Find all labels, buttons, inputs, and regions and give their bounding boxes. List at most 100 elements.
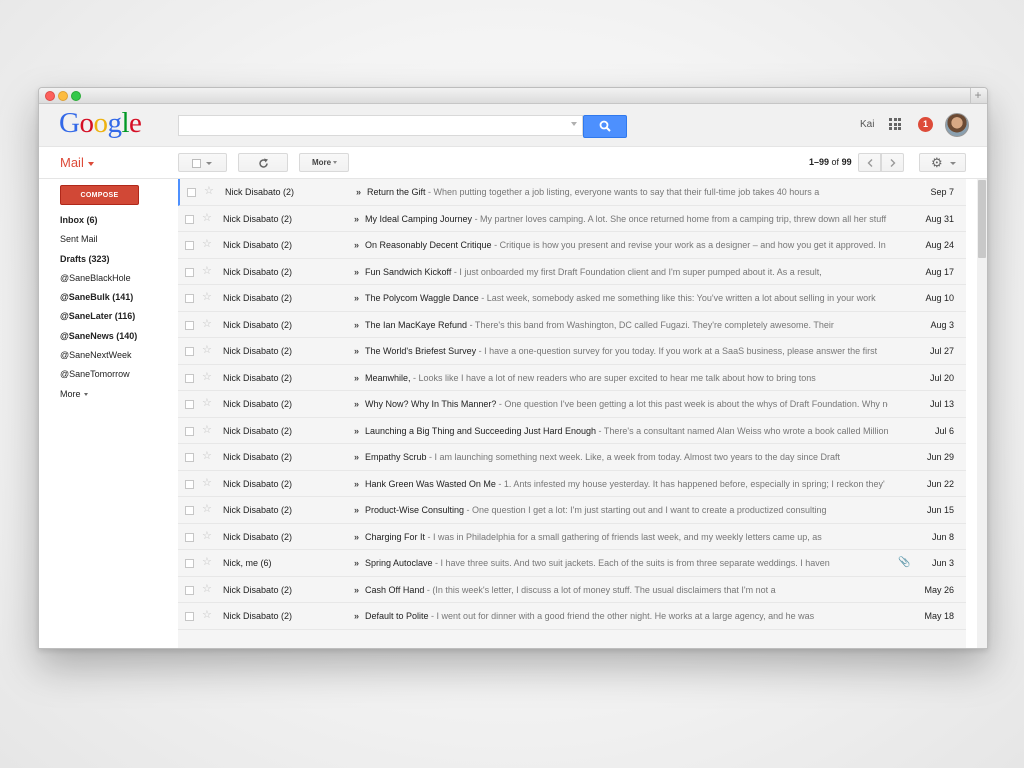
star-icon[interactable]: ☆	[202, 344, 212, 356]
email-row[interactable]: ☆ Nick Disabato (2) » Product-Wise Consulti…	[178, 497, 966, 524]
minimize-window-button[interactable]	[58, 91, 68, 101]
email-row[interactable]: ☆ Nick Disabato (2) » Meanwhile, - Looks li…	[178, 364, 966, 391]
star-icon[interactable]: ☆	[202, 238, 212, 250]
importance-marker-icon[interactable]: »	[354, 585, 359, 595]
email-row[interactable]: ☆ Nick, me (6) » Spring Autoclave - I have …	[178, 550, 966, 577]
close-window-button[interactable]	[45, 91, 55, 101]
row-checkbox[interactable]	[185, 347, 194, 356]
row-checkbox[interactable]	[185, 559, 194, 568]
compose-button[interactable]: COMPOSE	[60, 185, 139, 205]
star-icon[interactable]: ☆	[202, 291, 212, 303]
sidebar-item[interactable]: @SaneNews (140)	[60, 331, 137, 350]
star-icon[interactable]: ☆	[202, 212, 212, 224]
importance-marker-icon[interactable]: »	[356, 187, 361, 197]
sidebar-item[interactable]: @SaneNextWeek	[60, 350, 137, 369]
star-icon[interactable]: ☆	[202, 609, 212, 621]
email-row[interactable]: ☆ Nick Disabato (2) » The Ian MacKaye Refun…	[178, 311, 966, 338]
star-icon[interactable]: ☆	[204, 185, 214, 197]
email-row[interactable]: ☆ Nick Disabato (2) » Launching a Big Thing…	[178, 417, 966, 444]
older-page-button[interactable]	[881, 153, 904, 172]
row-checkbox[interactable]	[185, 585, 194, 595]
importance-marker-icon[interactable]: »	[354, 399, 359, 409]
newer-page-button[interactable]	[858, 153, 881, 172]
importance-marker-icon[interactable]: »	[354, 267, 359, 277]
sidebar-item[interactable]: @SaneTomorrow	[60, 369, 137, 388]
email-row[interactable]: ☆ Nick Disabato (2) » Return the Gift - Whe…	[178, 179, 966, 206]
importance-marker-icon[interactable]: »	[354, 346, 359, 356]
pagination-count: 1–99 of 99	[809, 157, 852, 167]
star-icon[interactable]: ☆	[202, 265, 212, 277]
email-row[interactable]: ☆ Nick Disabato (2) » Cash Off Hand - (In t…	[178, 576, 966, 603]
row-checkbox[interactable]	[185, 320, 194, 330]
importance-marker-icon[interactable]: »	[354, 426, 359, 436]
importance-marker-icon[interactable]: »	[354, 479, 359, 489]
importance-marker-icon[interactable]: »	[354, 452, 359, 462]
star-icon[interactable]: ☆	[202, 371, 212, 383]
row-checkbox[interactable]	[187, 188, 196, 197]
zoom-window-button[interactable]	[71, 91, 81, 101]
notification-badge[interactable]: 1	[918, 117, 933, 132]
star-icon[interactable]: ☆	[202, 318, 212, 330]
star-icon[interactable]: ☆	[202, 556, 212, 568]
email-row[interactable]: ☆ Nick Disabato (2) » My Ideal Camping Jour…	[178, 205, 966, 232]
star-icon[interactable]: ☆	[202, 397, 212, 409]
importance-marker-icon[interactable]: »	[354, 373, 359, 383]
sidebar-item[interactable]: @SaneBulk (141)	[60, 292, 137, 311]
row-checkbox[interactable]	[185, 400, 194, 409]
importance-marker-icon[interactable]: »	[354, 293, 359, 303]
star-icon[interactable]: ☆	[202, 450, 212, 462]
settings-button[interactable]: ⚙	[919, 153, 966, 172]
sidebar-item[interactable]: @SaneLater (116)	[60, 311, 137, 330]
search-button[interactable]	[583, 115, 627, 138]
user-name-link[interactable]: Kai	[860, 119, 874, 130]
star-icon[interactable]: ☆	[202, 530, 212, 542]
more-actions-button[interactable]: More	[299, 153, 349, 172]
importance-marker-icon[interactable]: »	[354, 532, 359, 542]
refresh-button[interactable]	[238, 153, 288, 172]
sidebar-item[interactable]: Inbox (6)	[60, 215, 137, 234]
star-icon[interactable]: ☆	[202, 477, 212, 489]
sidebar-item[interactable]: Sent Mail	[60, 234, 137, 253]
email-row[interactable]: ☆ Nick Disabato (2) » Empathy Scrub - I am …	[178, 444, 966, 471]
email-row[interactable]: ☆ Nick Disabato (2) » Charging For It - I w…	[178, 523, 966, 550]
star-icon[interactable]: ☆	[202, 583, 212, 595]
email-row[interactable]: ☆ Nick Disabato (2) » Hank Green Was Wasted…	[178, 470, 966, 497]
row-checkbox[interactable]	[185, 267, 194, 277]
row-checkbox[interactable]	[185, 214, 194, 224]
email-row[interactable]: ☆ Nick Disabato (2) » Fun Sandwich Kickoff …	[178, 258, 966, 285]
row-checkbox[interactable]	[185, 426, 194, 436]
row-checkbox[interactable]	[185, 479, 194, 489]
search-input[interactable]	[178, 115, 583, 136]
row-checkbox[interactable]	[185, 373, 194, 383]
row-checkbox[interactable]	[185, 241, 194, 250]
row-checkbox[interactable]	[185, 506, 194, 515]
mail-menu[interactable]: Mail	[60, 155, 94, 170]
importance-marker-icon[interactable]: »	[354, 240, 359, 250]
star-icon[interactable]: ☆	[202, 424, 212, 436]
search-options-caret-icon[interactable]	[571, 122, 577, 126]
sidebar-item[interactable]: Drafts (323)	[60, 254, 137, 273]
avatar[interactable]	[945, 113, 969, 137]
email-row[interactable]: ☆ Nick Disabato (2) » The Polycom Waggle Da…	[178, 285, 966, 312]
importance-marker-icon[interactable]: »	[354, 558, 359, 568]
row-checkbox[interactable]	[185, 453, 194, 462]
email-row[interactable]: ☆ Nick Disabato (2) » Why Now? Why In This …	[178, 391, 966, 418]
importance-marker-icon[interactable]: »	[354, 611, 359, 621]
importance-marker-icon[interactable]: »	[354, 214, 359, 224]
importance-marker-icon[interactable]: »	[354, 505, 359, 515]
scrollbar-thumb[interactable]	[978, 180, 986, 258]
sidebar-item[interactable]: More	[60, 389, 137, 408]
row-checkbox[interactable]	[185, 294, 194, 303]
new-tab-icon[interactable]: +	[970, 88, 985, 103]
row-checkbox[interactable]	[185, 532, 194, 542]
email-row[interactable]: ☆ Nick Disabato (2) » The World's Briefest …	[178, 338, 966, 365]
sidebar-item[interactable]: @SaneBlackHole	[60, 273, 137, 292]
star-icon[interactable]: ☆	[202, 503, 212, 515]
apps-grid-icon[interactable]	[889, 118, 901, 130]
select-all-button[interactable]	[178, 153, 227, 172]
email-row[interactable]: ☆ Nick Disabato (2) » Default to Polite - I…	[178, 603, 966, 630]
importance-marker-icon[interactable]: »	[354, 320, 359, 330]
email-row[interactable]: ☆ Nick Disabato (2) » On Reasonably Decent …	[178, 232, 966, 259]
google-logo[interactable]: Google	[59, 107, 142, 140]
row-checkbox[interactable]	[185, 612, 194, 621]
